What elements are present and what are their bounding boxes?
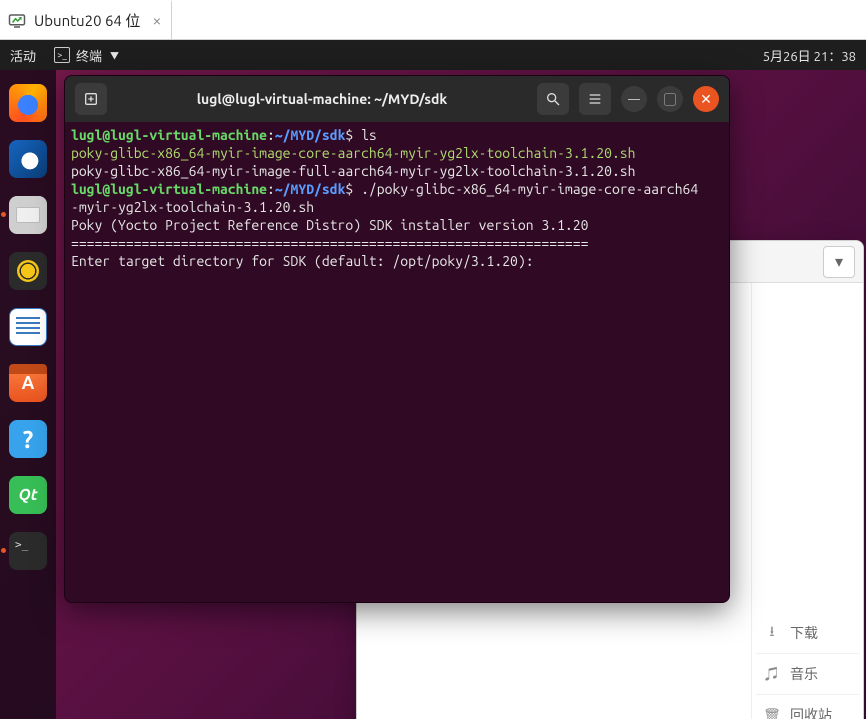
trash-icon: 🗑 [764, 707, 780, 719]
dock-icon-qtcreator[interactable]: Qt [9, 476, 47, 514]
terminal-cmd: ./poky-glibc-x86_64-myir-image-core-aarc… [361, 181, 698, 197]
vmware-tab-label: Ubuntu20 64 位 [34, 10, 140, 31]
clock[interactable]: 5月26日 21：38 [763, 40, 856, 70]
terminal-output: poky-glibc-x86_64-myir-image-full-aarch6… [71, 163, 635, 179]
running-indicator [1, 212, 6, 217]
terminal-app-icon: >_ [54, 47, 70, 63]
sidebar-item-downloads[interactable]: ⭳ 下载 [756, 613, 859, 653]
vmware-tab-ubuntu[interactable]: Ubuntu20 64 位 × [0, 0, 172, 39]
sidebar-item-trash[interactable]: 🗑 回收站 [756, 694, 859, 719]
sidebar-item-music[interactable]: ♫ 音乐 [756, 653, 859, 694]
prompt-path: ~/MYD/sdk [275, 127, 346, 143]
terminal-titlebar: lugl@lugl-virtual-machine: ~/MYD/sdk — ▢… [65, 76, 729, 122]
vmware-tabbar: Ubuntu20 64 位 × [0, 0, 866, 40]
hamburger-menu-button[interactable] [579, 83, 611, 115]
ubuntu-desktop: 活动 >_ 终端 ▼ 5月26日 21：38 ? Qt >_ ▾ >_ poky… [0, 40, 866, 719]
minimize-button[interactable]: — [621, 86, 647, 112]
maximize-button[interactable]: ▢ [657, 86, 683, 112]
terminal-window[interactable]: lugl@lugl-virtual-machine: ~/MYD/sdk — ▢… [64, 75, 730, 603]
prompt-sep: : [267, 181, 275, 197]
activities-button[interactable]: 活动 [10, 46, 36, 65]
view-dropdown-button[interactable]: ▾ [823, 246, 855, 278]
sidebar-item-label: 回收站 [790, 705, 832, 719]
running-indicator [1, 548, 6, 553]
prompt-path: ~/MYD/sdk [275, 181, 346, 197]
dock-icon-ubuntu-software[interactable] [9, 364, 47, 402]
terminal-output: poky-glibc-x86_64-myir-image-core-aarch6… [71, 145, 635, 161]
close-icon[interactable]: × [152, 12, 161, 30]
vm-monitor-icon [8, 12, 26, 30]
prompt-sep: : [267, 127, 275, 143]
terminal-output: Poky (Yocto Project Reference Distro) SD… [71, 217, 588, 233]
app-menu-label: 终端 [76, 46, 102, 65]
dock-icon-firefox[interactable] [9, 84, 47, 122]
terminal-cmd: ls [361, 127, 377, 143]
app-menu[interactable]: >_ 终端 ▼ [54, 46, 119, 65]
sidebar-item-label: 下载 [790, 623, 818, 643]
terminal-output: ========================================… [71, 235, 588, 251]
dock-icon-rhythmbox[interactable] [9, 252, 47, 290]
dock: ? Qt >_ [0, 70, 56, 719]
search-button[interactable] [537, 83, 569, 115]
download-icon: ⭳ [764, 625, 780, 641]
sidebar-item-label: 音乐 [790, 664, 818, 684]
prompt-user: lugl@lugl-virtual-machine [71, 181, 267, 197]
window-title: lugl@lugl-virtual-machine: ~/MYD/sdk [117, 91, 527, 107]
dock-icon-thunderbird[interactable] [9, 140, 47, 178]
dock-icon-terminal[interactable]: >_ [9, 532, 47, 570]
close-button[interactable]: ✕ [693, 86, 719, 112]
terminal-content[interactable]: lugl@lugl-virtual-machine:~/MYD/sdk$ ls … [65, 122, 729, 602]
prompt-sym: $ [345, 127, 353, 143]
dock-icon-help[interactable]: ? [9, 420, 47, 458]
dock-icon-libreoffice-writer[interactable] [9, 308, 47, 346]
terminal-output: Enter target directory for SDK (default:… [71, 253, 541, 269]
music-icon: ♫ [764, 666, 780, 682]
dock-icon-files[interactable] [9, 196, 47, 234]
chevron-down-icon: ▼ [110, 49, 119, 62]
new-tab-button[interactable] [75, 83, 107, 115]
prompt-user: lugl@lugl-virtual-machine [71, 127, 267, 143]
terminal-cmd: -myir-yg2lx-toolchain-3.1.20.sh [71, 199, 314, 215]
nautilus-places-sidebar: ⭳ 下载 ♫ 音乐 🗑 回收站 + 其他位置 [751, 283, 863, 719]
gnome-topbar: 活动 >_ 终端 ▼ 5月26日 21：38 [0, 40, 866, 70]
prompt-sym: $ [345, 181, 353, 197]
